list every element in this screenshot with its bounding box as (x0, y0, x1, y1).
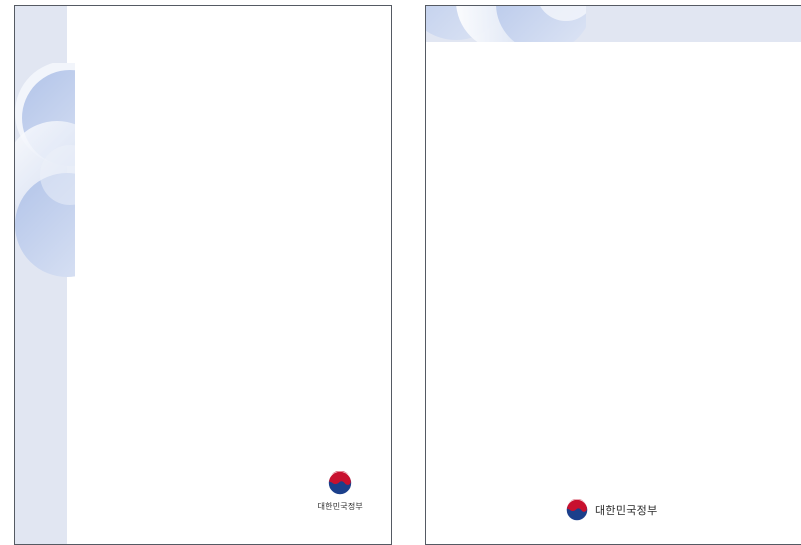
top-circle-ornament (426, 6, 586, 42)
government-emblem: 대한민국정부 (566, 499, 658, 521)
taegeuk-icon (566, 499, 588, 521)
emblem-wordmark: 대한민국정부 (595, 504, 658, 517)
taegeuk-icon (328, 471, 353, 495)
government-emblem: 대한민국정부 (318, 471, 363, 512)
side-circle-ornament (15, 63, 75, 277)
document-page-right: 대한민국정부 (425, 5, 801, 545)
document-page-left: 대한민국정부 (14, 5, 392, 545)
emblem-wordmark: 대한민국정부 (317, 502, 363, 511)
